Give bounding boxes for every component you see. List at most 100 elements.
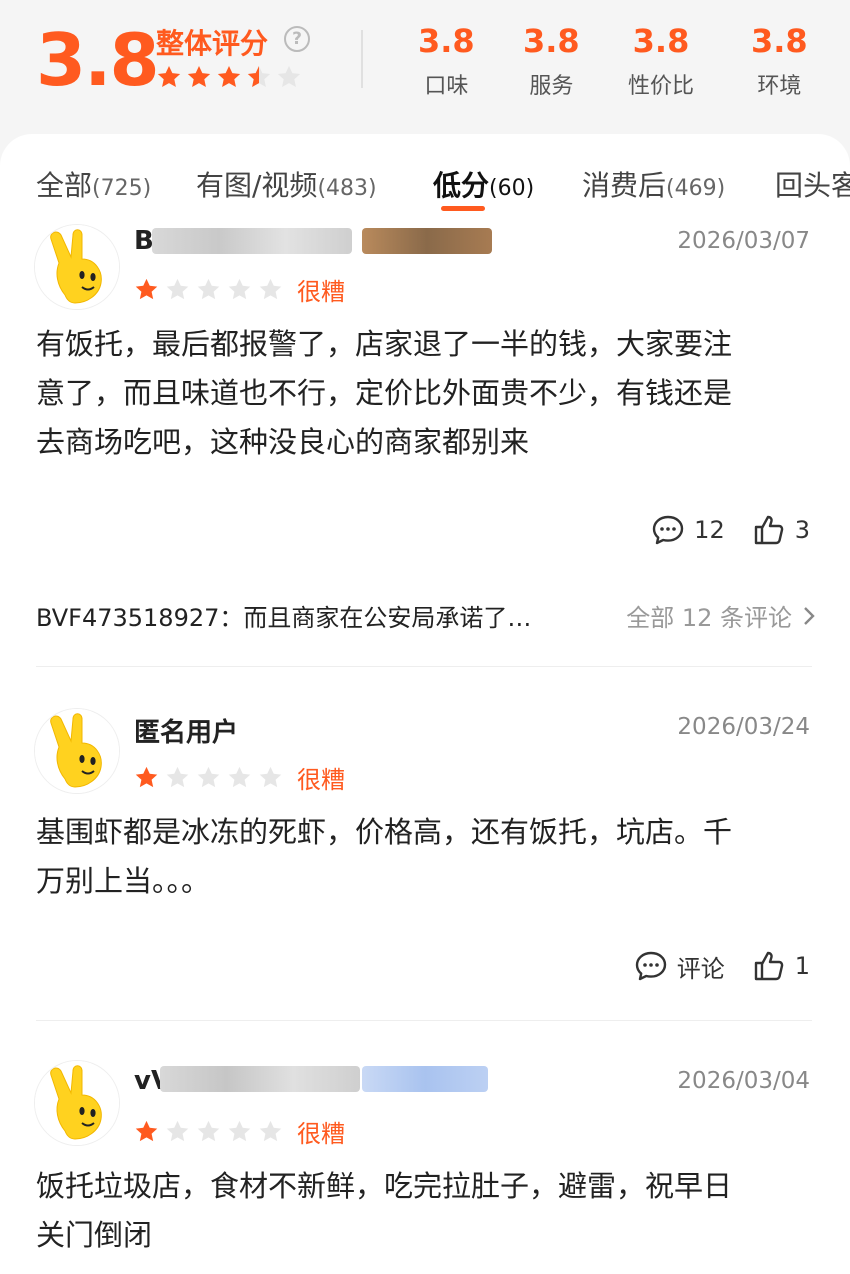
review-username[interactable]: 匿名用户 <box>134 712 238 749</box>
sub-score-environment: 3.8 环境 <box>751 22 808 100</box>
top-comment[interactable]: BVF473518927：而且商家在公安局承诺了… 全部 12 条评论 <box>36 598 816 633</box>
like-button[interactable]: 3 <box>751 512 810 548</box>
review-text-line: 去商场吃吧，这种没良心的商家都别来 <box>36 425 530 459</box>
tab-count: (725) <box>92 176 152 201</box>
review-divider <box>36 666 812 667</box>
tab-count: (483) <box>317 176 377 201</box>
like-button[interactable]: 1 <box>751 948 810 984</box>
review-list-card: 全部(725) 有图/视频(483) 低分(60) 消费后(469) 回头客 <box>0 134 850 1274</box>
review-text: 饭托垃圾店，食材不新鲜，吃完拉肚子，避雷，祝早日 关门倒闭 <box>36 1162 816 1260</box>
star-empty-icon <box>165 1119 190 1144</box>
comment-label: 评论 <box>676 954 725 983</box>
sub-score-label: 服务 <box>529 74 574 99</box>
star-empty-icon <box>258 1119 283 1144</box>
mascot-avatar-icon <box>35 709 120 794</box>
rating-summary: 3.8 整体评分 ? 3.8 口味 3.8 服务 3.8 性价比 3.8 环境 <box>0 0 850 150</box>
review-text-line: 万别上当。。。 <box>36 864 211 898</box>
review-date: 2026/03/24 <box>677 714 810 740</box>
review-text: 有饭托，最后都报警了，店家退了一半的钱，大家要注 意了，而且味道也不行，定价比外… <box>36 320 816 467</box>
sub-score-value: 3.8 <box>418 22 475 60</box>
review-actions: 12 3 <box>650 512 810 548</box>
star-empty-icon <box>165 277 190 302</box>
comment-count: 12 <box>694 516 725 544</box>
review-star-rating: 很糟 <box>134 272 345 307</box>
blurred-badge <box>362 1066 488 1092</box>
review-text-line: 基围虾都是冰冻的死虾，价格高，还有饭托，坑店。千 <box>36 815 733 849</box>
tab-label: 回头客 <box>775 169 850 202</box>
review-text-line: 意了，而且味道也不行，定价比外面贵不少，有钱还是 <box>36 376 733 410</box>
sub-score-taste: 3.8 口味 <box>418 22 475 100</box>
star-empty-icon <box>196 1119 221 1144</box>
blurred-username <box>160 1066 360 1092</box>
tab-after-purchase[interactable]: 消费后(469) <box>582 164 725 204</box>
star-empty-icon <box>165 765 190 790</box>
review-actions: 评论 1 <box>633 948 810 984</box>
star-full-icon <box>156 64 182 90</box>
tab-count: (60) <box>489 176 535 201</box>
like-count: 3 <box>794 516 810 544</box>
star-full-icon <box>134 765 159 790</box>
star-empty-icon <box>227 765 252 790</box>
star-empty-icon <box>276 64 302 90</box>
star-half-icon <box>246 64 272 90</box>
review-divider <box>36 1020 812 1021</box>
star-empty-icon <box>227 1119 252 1144</box>
review-text-line: 关门倒闭 <box>36 1218 153 1252</box>
review-text-line: 有饭托，最后都报警了，店家退了一半的钱，大家要注 <box>36 327 733 361</box>
rating-text: 很糟 <box>297 278 345 306</box>
sub-score-value: 3.8 <box>632 22 690 60</box>
tab-returning-customer[interactable]: 回头客 <box>775 164 850 204</box>
star-full-icon <box>186 64 212 90</box>
comment-username: BVF473518927： <box>36 604 244 632</box>
review-star-rating: 很糟 <box>134 760 345 795</box>
avatar[interactable] <box>34 1060 120 1146</box>
star-full-icon <box>134 1119 159 1144</box>
help-icon[interactable]: ? <box>284 26 310 52</box>
view-all-comments-link[interactable]: 全部 12 条评论 <box>626 598 816 633</box>
overall-score: 3.8 <box>36 18 160 102</box>
star-empty-icon <box>258 765 283 790</box>
thumbs-up-icon <box>754 515 783 545</box>
review-date: 2026/03/04 <box>677 1068 810 1094</box>
mascot-avatar-icon <box>35 1061 120 1146</box>
comment-button[interactable]: 12 <box>650 512 725 548</box>
blurred-username <box>152 228 352 254</box>
overall-score-label: 整体评分 <box>156 27 269 60</box>
star-full-icon <box>216 64 242 90</box>
tab-label: 全部 <box>36 169 93 202</box>
review-star-rating: 很糟 <box>134 1114 345 1149</box>
sub-score-value: 3.8 <box>751 22 808 60</box>
comment-text: 而且商家在公安局承诺了… <box>243 604 532 632</box>
comment-icon <box>652 515 684 545</box>
sub-score-label: 性价比 <box>628 74 695 99</box>
thumbs-up-icon <box>754 951 783 981</box>
tab-all[interactable]: 全部(725) <box>36 164 151 204</box>
tab-photo-video[interactable]: 有图/视频(483) <box>196 164 377 204</box>
sub-score-value: 3.8 <box>523 22 580 60</box>
avatar[interactable] <box>34 224 120 310</box>
sub-score-value-for-money: 3.8 性价比 <box>628 22 694 100</box>
star-full-icon <box>134 277 159 302</box>
avatar[interactable] <box>34 708 120 794</box>
comment-icon <box>635 951 666 981</box>
tab-low-score[interactable]: 低分(60) <box>433 164 534 204</box>
rating-text: 很糟 <box>297 1120 345 1148</box>
review-date: 2026/03/07 <box>677 228 810 254</box>
review-text-line: 饭托垃圾店，食材不新鲜，吃完拉肚子，避雷，祝早日 <box>36 1169 733 1203</box>
like-count: 1 <box>794 952 810 980</box>
rating-text: 很糟 <box>297 766 345 794</box>
view-all-comments-label: 全部 12 条评论 <box>626 604 792 632</box>
tab-label: 低分 <box>433 169 490 202</box>
star-empty-icon <box>196 277 221 302</box>
comment-button[interactable]: 评论 <box>633 948 725 984</box>
sub-score-label: 口味 <box>424 74 469 99</box>
overall-star-rating <box>156 64 302 90</box>
review-username[interactable]: B <box>134 226 154 256</box>
tab-label: 消费后 <box>582 169 667 202</box>
active-tab-indicator <box>441 206 485 211</box>
tab-count: (469) <box>666 176 726 201</box>
sub-score-label: 环境 <box>757 74 802 99</box>
tab-label: 有图/视频 <box>196 169 318 202</box>
chevron-right-icon <box>804 606 815 625</box>
star-empty-icon <box>196 765 221 790</box>
